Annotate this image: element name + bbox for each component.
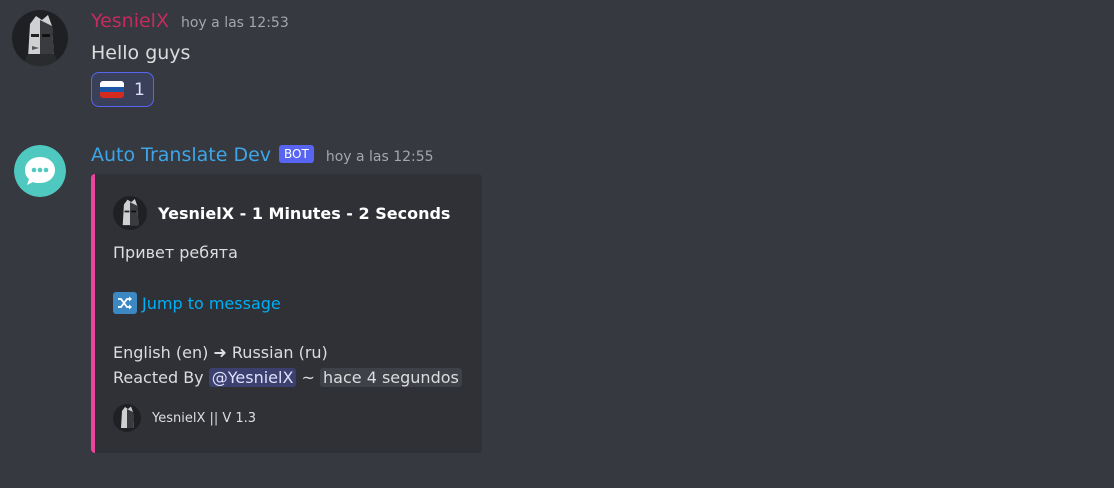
message-text: Hello guys [91, 42, 191, 64]
languages: English (en) ➜ Russian (ru) [113, 343, 328, 362]
jump-link[interactable]: Jump to message [142, 294, 281, 313]
translation-embed: YesnielX - 1 Minutes - 2 Seconds Привет … [91, 174, 482, 453]
reaction-button[interactable]: 1 [91, 72, 154, 107]
jump-to-message[interactable]: Jump to message [113, 292, 281, 314]
shuffle-icon [113, 292, 137, 314]
footer-text: YesnielX || V 1.3 [152, 410, 257, 426]
embed-author-name: YesnielX - 1 Minutes - 2 Seconds [158, 203, 451, 223]
reaction-count: 1 [134, 79, 145, 100]
embed-footer: YesnielX || V 1.3 [113, 404, 256, 432]
user-avatar[interactable] [12, 10, 68, 66]
bot-avatar[interactable] [14, 145, 66, 197]
chat-bubble-icon [14, 145, 66, 197]
timestamp: hoy a las 12:55 [325, 149, 434, 165]
russian-flag-icon [100, 81, 124, 98]
bot-tag: BOT [279, 145, 314, 163]
username[interactable]: YesnielX [91, 10, 169, 32]
embed-author: YesnielX - 1 Minutes - 2 Seconds [113, 196, 450, 230]
timestamp: hoy a las 12:53 [180, 15, 289, 31]
reacted-by-line: Reacted By @YesnielX ~ hace 4 segundos [113, 368, 462, 387]
separator: ~ [301, 368, 315, 387]
bot-username[interactable]: Auto Translate Dev [91, 144, 271, 166]
user-mention[interactable]: @YesnielX [208, 368, 297, 387]
relative-time[interactable]: hace 4 segundos [320, 368, 462, 387]
reacted-by-label: Reacted By [113, 368, 204, 387]
masked-character-avatar-icon [12, 10, 68, 66]
translated-text: Привет ребята [113, 243, 238, 262]
author-avatar-icon [113, 196, 147, 230]
footer-avatar-icon [113, 404, 141, 432]
